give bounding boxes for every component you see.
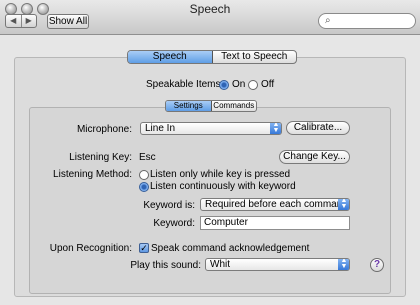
speakable-items-label: Speakable Items: [146,79,224,90]
speakable-on-label: On [232,79,246,90]
speakable-off-label: Off [261,79,275,90]
speech-preferences-window: Speech ◀ ▶ Show All ⌕ Speech Recognition… [0,0,420,305]
tab-settings[interactable]: Settings [166,101,212,111]
microphone-popup[interactable]: Line In ▲ ▼ [140,122,282,135]
help-button[interactable]: ? [370,258,384,272]
listen-continuously-radio[interactable] [139,182,149,192]
microphone-label: Microphone: [76,124,132,135]
popup-arrows-icon: ▲ ▼ [338,259,349,270]
keyword-label: Keyword: [153,218,195,229]
back-forward-control: ◀ ▶ [5,14,37,28]
sub-tab-control: Settings Commands [165,100,257,112]
keyword-is-value: Required before each command [205,199,348,210]
back-arrow-icon[interactable]: ◀ [6,15,22,27]
tab-text-to-speech[interactable]: Text to Speech [213,51,297,63]
speakable-off-radio[interactable] [248,80,258,90]
play-sound-label: Play this sound: [130,260,201,271]
tab-speech-recognition[interactable]: Speech Recognition [128,51,213,63]
microphone-value: Line In [145,123,176,134]
listening-key-value: Esc [139,152,156,163]
popup-arrows-icon: ▲ ▼ [270,123,281,134]
listening-key-label: Listening Key: [69,152,132,163]
listen-continuously-label: Listen continuously with keyword [150,181,296,192]
keyword-is-popup[interactable]: Required before each command ▲ ▼ [200,198,350,211]
tab-commands[interactable]: Commands [212,101,257,111]
keyword-input[interactable]: Computer [200,216,350,230]
title-bar: Speech ◀ ▶ Show All ⌕ [0,0,420,35]
main-tab-control: Speech Recognition Text to Speech [127,50,297,64]
keyword-is-label: Keyword is: [143,200,195,211]
search-field[interactable]: ⌕ [318,13,416,29]
listen-key-pressed-label: Listen only while key is pressed [150,169,291,180]
calibrate-button[interactable]: Calibrate... [286,121,350,135]
speak-ack-label: Speak command acknowledgement [151,243,310,254]
search-icon: ⌕ [325,15,331,26]
popup-arrows-icon: ▲ ▼ [338,199,349,210]
change-key-button[interactable]: Change Key... [279,150,350,164]
show-all-button[interactable]: Show All [47,14,89,29]
forward-arrow-icon[interactable]: ▶ [22,15,37,27]
upon-recognition-label: Upon Recognition: [49,243,132,254]
listening-method-label: Listening Method: [53,169,132,180]
listen-key-pressed-radio[interactable] [139,170,149,180]
play-sound-value: Whit [210,259,230,270]
play-sound-popup[interactable]: Whit ▲ ▼ [205,258,350,271]
speak-ack-checkbox[interactable]: ✓ [139,243,149,253]
speakable-on-radio[interactable] [219,80,229,90]
